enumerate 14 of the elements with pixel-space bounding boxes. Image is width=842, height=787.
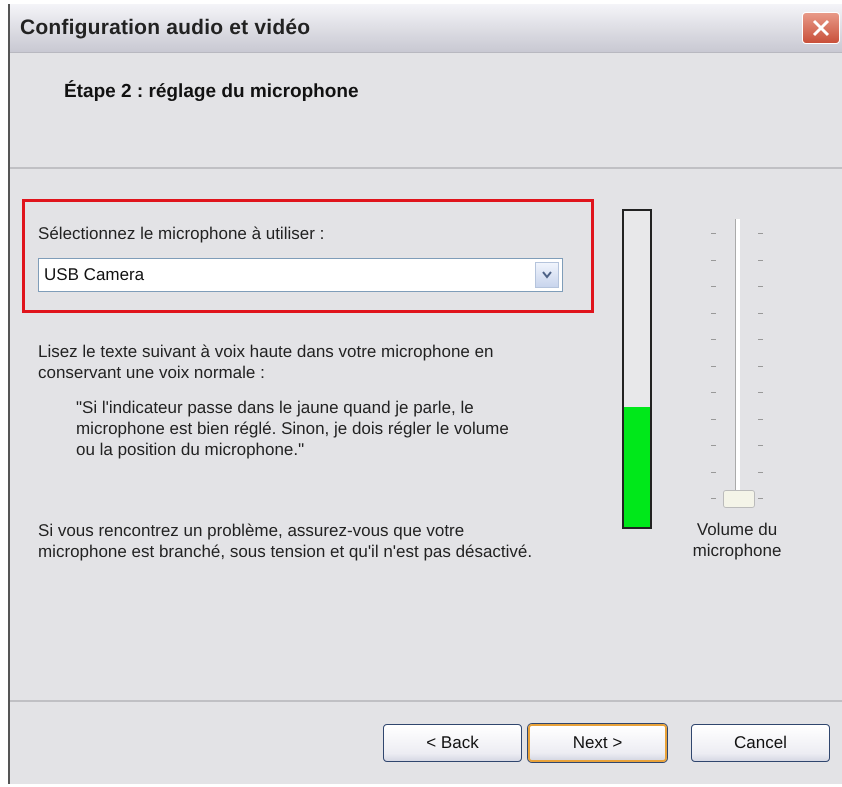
dialog-button[interactable]: Cancel <box>691 724 830 762</box>
close-icon <box>811 18 831 38</box>
quote-text: "Si l'indicateur passe dans le jaune quand je parle, le microphone est bien réglé. Sinon, je dois régler le volume ou la position du microphone." <box>76 397 510 460</box>
help-text: Si vous rencontrez un problème, assurez-vous que votre microphone est branché, sous tension et qu'il n'est pas désactivé. <box>38 520 534 562</box>
microphone-dropdown[interactable]: USB Camera <box>38 258 563 292</box>
volume-label: Volume du microphone <box>692 519 782 561</box>
close-button[interactable] <box>802 12 840 44</box>
microphone-label: Sélectionnez le microphone à utiliser : <box>38 224 326 244</box>
dialog-button[interactable]: < Back <box>383 724 522 762</box>
instructions-text: Lisez le texte suivant à voix haute dans votre microphone en conservant une voix normale : <box>38 341 494 383</box>
step-title: Étape 2 : réglage du microphone <box>64 81 359 102</box>
dialog-button[interactable]: Next > <box>528 724 667 762</box>
slider-thumb[interactable] <box>723 490 755 508</box>
window-title: Configuration audio et vidéo <box>20 16 310 40</box>
